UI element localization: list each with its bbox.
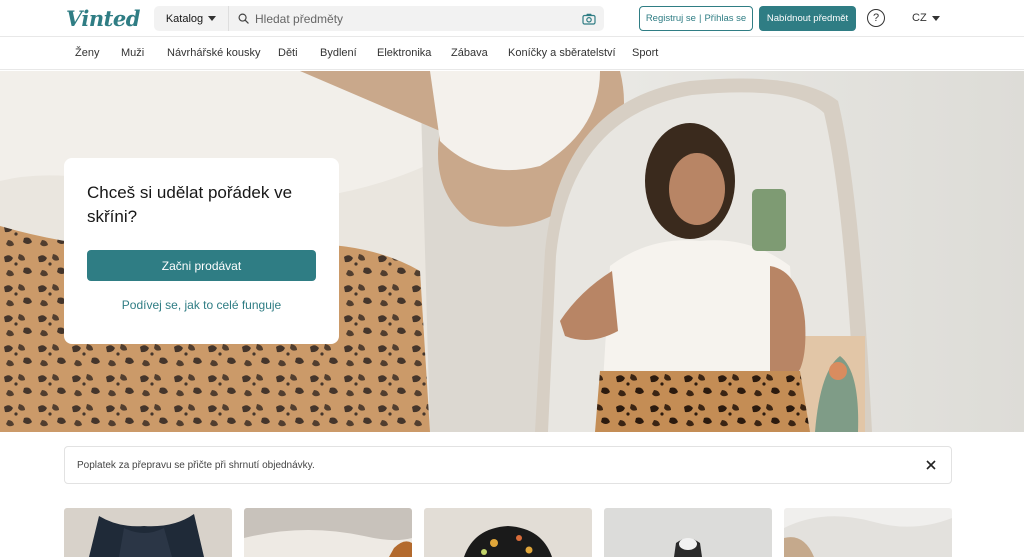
close-icon[interactable] <box>926 460 936 470</box>
register-login-button[interactable]: Registruj se | Přihlas se <box>639 6 753 31</box>
item-photo <box>784 508 952 557</box>
nav-item-muzi[interactable]: Muži <box>121 47 144 59</box>
item-photo <box>244 508 412 557</box>
camera-icon[interactable] <box>582 13 596 25</box>
hero-title: Chceš si udělat pořádek ve skříni? <box>87 183 293 226</box>
item-photo <box>604 508 772 557</box>
nav-item-bydleni[interactable]: Bydlení <box>320 47 357 59</box>
item-card[interactable] <box>64 508 232 557</box>
item-photo <box>424 508 592 557</box>
item-card[interactable] <box>784 508 952 557</box>
nav-item-zeny[interactable]: Ženy <box>75 47 99 59</box>
item-photo <box>64 508 232 557</box>
search-bar: Katalog <box>154 6 604 31</box>
help-icon[interactable]: ? <box>867 9 885 27</box>
nav-item-deti[interactable]: Děti <box>278 47 298 59</box>
nav-item-sport[interactable]: Sport <box>632 47 658 59</box>
login-label[interactable]: Přihlas se <box>704 13 746 24</box>
how-it-works-link[interactable]: Podívej se, jak to celé funguje <box>64 298 339 312</box>
language-selector[interactable]: CZ <box>912 12 940 24</box>
shipping-fee-notice: Poplatek za přepravu se přičte při shrnu… <box>64 446 952 484</box>
chevron-down-icon <box>931 15 940 21</box>
item-card[interactable] <box>604 508 772 557</box>
chevron-down-icon <box>208 16 217 21</box>
language-label: CZ <box>912 12 927 24</box>
sell-item-button[interactable]: Nabídnout předmět <box>759 6 856 31</box>
top-header: Vinted Katalog Registruj se | Přihlas se… <box>0 0 1024 37</box>
category-nav: Ženy Muži Návrhářské kousky Děti Bydlení… <box>0 37 1024 70</box>
nav-item-zabava[interactable]: Zábava <box>451 47 488 59</box>
nav-item-elektronika[interactable]: Elektronika <box>377 47 431 59</box>
nav-item-konicky[interactable]: Koníčky a sběratelství <box>508 47 616 59</box>
hero-card: Chceš si udělat pořádek ve skříni? Začni… <box>64 158 339 344</box>
hero-banner: Chceš si udělat pořádek ve skříni? Začni… <box>0 71 1024 432</box>
search-input[interactable] <box>249 6 582 31</box>
auth-separator: | <box>698 13 702 24</box>
search-icon <box>238 13 249 24</box>
notice-text: Poplatek za přepravu se přičte při shrnu… <box>77 460 315 471</box>
item-card[interactable] <box>424 508 592 557</box>
catalog-dropdown[interactable]: Katalog <box>154 6 229 31</box>
item-card[interactable] <box>244 508 412 557</box>
register-label[interactable]: Registruj se <box>646 13 696 24</box>
vinted-logo[interactable]: Vinted <box>66 6 140 31</box>
start-selling-button[interactable]: Začni prodávat <box>87 250 316 281</box>
catalog-label: Katalog <box>165 12 204 25</box>
nav-item-designer[interactable]: Návrhářské kousky <box>167 47 261 59</box>
page: Vinted Katalog Registruj se | Přihlas se… <box>0 0 1024 557</box>
